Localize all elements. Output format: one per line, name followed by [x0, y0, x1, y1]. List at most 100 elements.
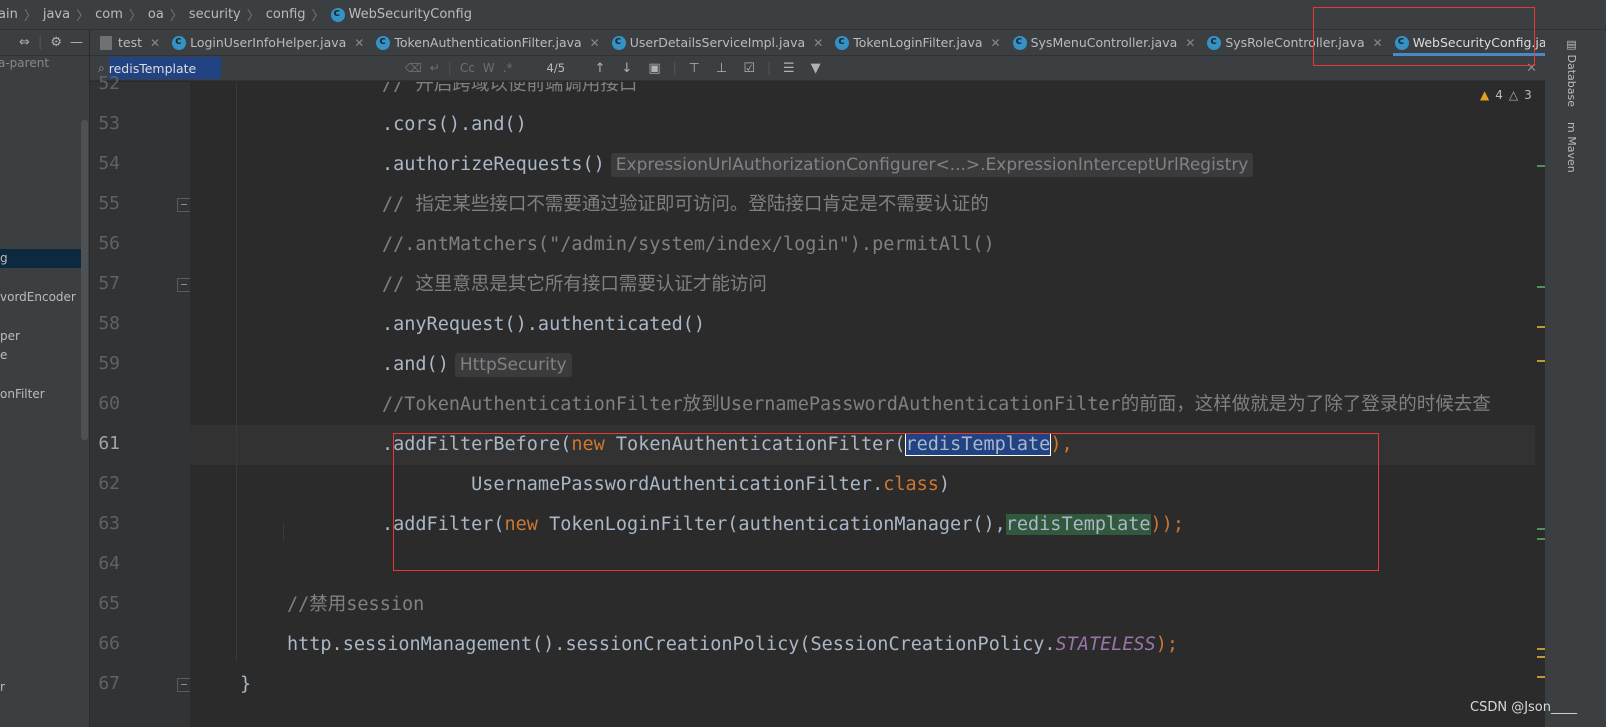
- change-marker: [1537, 165, 1545, 167]
- close-icon[interactable]: ✕: [150, 36, 160, 50]
- weak-warning-icon: △: [1508, 88, 1519, 102]
- fold-icon[interactable]: [177, 678, 191, 692]
- next-occurrence-icon[interactable]: ↓: [621, 61, 632, 76]
- code-line: .cors().and(): [382, 114, 527, 135]
- tab-label: SysRoleController.java: [1225, 35, 1365, 50]
- code-text: .and(): [382, 354, 449, 375]
- select-all-occurrences-icon[interactable]: ▣: [648, 61, 660, 76]
- tab-label: TokenAuthenticationFilter.java: [394, 35, 582, 50]
- weak-warning-count: 3: [1524, 88, 1532, 102]
- right-tool-stripe: ▤ Database m Maven: [1545, 30, 1606, 727]
- close-icon[interactable]: ✕: [1185, 36, 1195, 50]
- fold-icon[interactable]: [177, 198, 191, 212]
- project-scrollbar[interactable]: [81, 120, 88, 440]
- separator-icon: |: [447, 61, 452, 75]
- tab-test[interactable]: test ✕: [90, 30, 166, 56]
- fold-icon[interactable]: [177, 278, 191, 292]
- newline-icon[interactable]: ↵: [430, 61, 440, 75]
- tree-item-helper[interactable]: per: [0, 329, 20, 343]
- breadcrumb-item-security[interactable]: security: [189, 7, 241, 22]
- breadcrumb-item-com[interactable]: com: [95, 7, 123, 22]
- code-text: UsernamePasswordAuthenticationFilter.: [382, 474, 884, 495]
- match-case-toggle[interactable]: Cc: [460, 61, 475, 75]
- warning-count: 4: [1495, 88, 1503, 102]
- tree-item-passwordencoder[interactable]: vordEncoder: [0, 290, 76, 304]
- line-number-current: 61: [98, 433, 120, 454]
- close-icon[interactable]: ✕: [991, 36, 1001, 50]
- tree-item-e[interactable]: e: [0, 348, 7, 362]
- error-stripe[interactable]: [1535, 82, 1545, 727]
- warning-marker: [1537, 648, 1545, 650]
- line-number: 58: [98, 313, 120, 334]
- line-number: 53: [98, 113, 120, 134]
- tab-sysrolecontroller[interactable]: SysRoleController.java ✕: [1201, 30, 1388, 56]
- code-editor[interactable]: // 开启跨域以便前端调用接口 .cors().and() .authorize…: [190, 82, 1535, 727]
- add-occurrence-icon[interactable]: ⊤: [689, 61, 700, 76]
- tab-sysmenucontroller[interactable]: SysMenuController.java ✕: [1007, 30, 1202, 56]
- tab-label: WebSecurityConfig.java: [1412, 35, 1562, 50]
- static-field: STATELESS: [1055, 634, 1156, 655]
- breadcrumb-item-oa[interactable]: oa: [148, 7, 164, 22]
- minimize-icon[interactable]: —: [70, 35, 83, 50]
- chevron-right-icon: 〉: [76, 9, 90, 24]
- database-tool-button[interactable]: ▤ Database: [1565, 38, 1578, 107]
- code-line: .authorizeRequests() ExpressionUrlAuthori…: [382, 145, 1254, 185]
- remove-occurrence-icon[interactable]: ⊥: [716, 61, 727, 76]
- breadcrumb-item-config[interactable]: config: [266, 7, 306, 22]
- filter-options-icon[interactable]: ☰: [783, 61, 795, 76]
- line-number: 64: [98, 553, 120, 574]
- breadcrumb-label: oa: [147, 7, 164, 22]
- breadcrumb: ain 〉 java 〉 com 〉 oa 〉 security 〉 confi…: [0, 0, 1606, 30]
- maven-tool-button[interactable]: m Maven: [1565, 122, 1578, 173]
- code-line-current: .addFilterBefore(new TokenAuthentication…: [382, 425, 1073, 465]
- breadcrumb-item-class[interactable]: WebSecurityConfig: [330, 6, 472, 22]
- search-match: redisTemplate: [1005, 514, 1151, 535]
- tree-item-filter[interactable]: onFilter: [0, 387, 45, 401]
- whole-word-toggle[interactable]: W: [483, 61, 495, 75]
- close-icon[interactable]: ✕: [813, 36, 823, 50]
- tab-loginuserinfohelper[interactable]: LoginUserInfoHelper.java ✕: [166, 30, 370, 56]
- search-match-current: redisTemplate: [904, 433, 1052, 456]
- breadcrumb-item-java[interactable]: java: [43, 7, 70, 22]
- class-icon: [835, 34, 850, 50]
- line-number: 55: [98, 193, 120, 214]
- database-icon: ▤: [1565, 38, 1578, 55]
- separator-icon: |: [766, 61, 772, 75]
- select-all-icon[interactable]: ☑: [743, 61, 755, 76]
- inlay-type-hint: ExpressionUrlAuthorizationConfigurer<...…: [610, 153, 1254, 177]
- tree-item-root[interactable]: a-parent: [0, 56, 49, 70]
- editor-tabs: test ✕ LoginUserInfoHelper.java ✕ TokenAut…: [90, 30, 1582, 56]
- tab-label: UserDetailsServiceImpl.java: [629, 35, 806, 50]
- clear-icon[interactable]: ⌫: [405, 61, 422, 75]
- change-marker: [1537, 528, 1545, 530]
- breadcrumb-item-main[interactable]: ain: [0, 7, 18, 22]
- line-number: 56: [98, 233, 120, 254]
- keyword: new: [504, 514, 538, 535]
- code-line: UsernamePasswordAuthenticationFilter.cla…: [382, 465, 950, 505]
- warning-marker: [1537, 676, 1545, 678]
- warning-marker: [1537, 326, 1545, 328]
- tab-tokenloginfilter[interactable]: TokenLoginFilter.java ✕: [829, 30, 1006, 56]
- project-panel: ⇔ | ⚙ — a-parent g vordEncoder per e onF…: [0, 30, 90, 727]
- regex-toggle[interactable]: .*: [503, 61, 513, 75]
- close-icon[interactable]: ✕: [354, 36, 364, 50]
- tab-userdetailsserviceimpl[interactable]: UserDetailsServiceImpl.java ✕: [606, 30, 830, 56]
- previous-occurrence-icon[interactable]: ↑: [595, 61, 606, 76]
- close-icon[interactable]: ✕: [590, 36, 600, 50]
- code-text: ): [938, 474, 951, 495]
- change-marker: [1537, 538, 1545, 540]
- tree-item-websecurityconfig[interactable]: g: [0, 249, 88, 268]
- filter-icon[interactable]: ▼: [811, 61, 821, 76]
- tab-tokenauthenticationfilter[interactable]: TokenAuthenticationFilter.java ✕: [370, 30, 605, 56]
- code-line: .anyRequest().authenticated(): [382, 314, 706, 335]
- collapse-all-icon[interactable]: ⇔: [19, 35, 30, 50]
- close-icon[interactable]: ✕: [1526, 61, 1537, 76]
- breadcrumb-label: ain: [0, 7, 18, 22]
- close-icon[interactable]: ✕: [1373, 36, 1383, 50]
- tool-label: Database: [1565, 54, 1578, 108]
- chevron-right-icon: 〉: [246, 9, 260, 24]
- tree-item-r[interactable]: r: [0, 680, 5, 694]
- code-line: .and() HttpSecurity: [382, 345, 572, 385]
- search-input[interactable]: [108, 57, 221, 79]
- gear-icon[interactable]: ⚙: [50, 35, 62, 50]
